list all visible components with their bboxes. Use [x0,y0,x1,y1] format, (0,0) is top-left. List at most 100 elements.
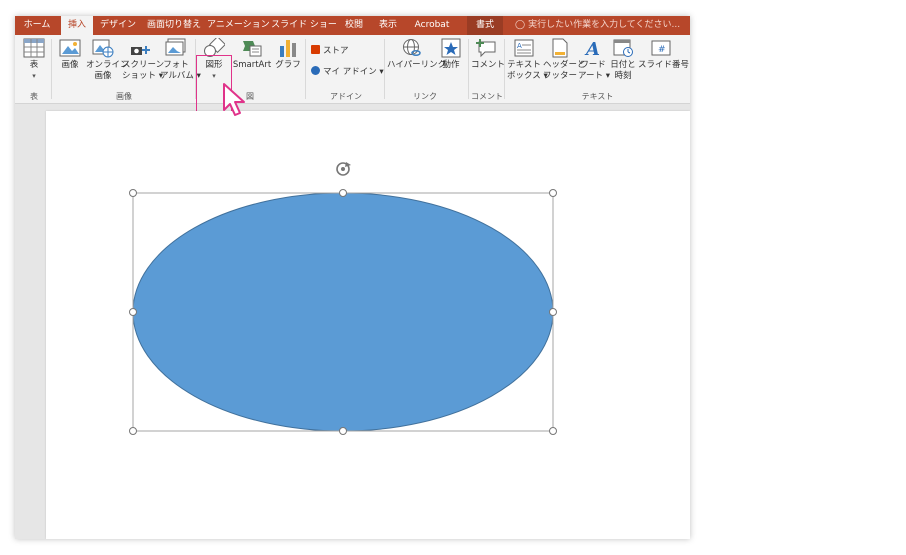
tab-slideshow[interactable]: スライド ショー [271,16,337,35]
powerpoint-window: ホーム 挿入 デザイン 画面切り替え アニメーション スライド ショー 校閲 表… [15,16,690,539]
group-separator [384,39,385,99]
date-time-button[interactable]: 日付と 時刻 [609,38,637,82]
store-label: ストア [323,46,349,56]
wordart-label-1: ワード [580,60,606,70]
resize-handle-bottom-right[interactable] [549,427,557,435]
group-label-comments: コメント [471,92,503,101]
ellipse-shape[interactable] [132,192,554,432]
tab-animations[interactable]: アニメーション [207,16,270,35]
slide-drawing [129,162,557,435]
calendar-clock-icon [613,39,633,57]
online-pictures-button[interactable]: オンライン 画像 [86,38,129,82]
rotate-handle[interactable] [336,162,351,176]
action-label: 動作 [442,60,460,70]
tab-design[interactable]: デザイン [95,16,141,35]
slide-number-label: スライド番号 [638,60,690,70]
my-addins-button[interactable]: マイ アドイン ▾ [311,66,384,78]
screenshot-label-1: スクリーン [122,60,165,70]
table-caret: ▾ [32,72,36,80]
pictures-label: 画像 [61,60,79,70]
online-pictures-label-2: 画像 [94,71,112,81]
my-addins-label: マイ アドイン ▾ [323,67,384,77]
date-time-label-2: 時刻 [614,71,632,81]
svg-text:#: # [658,45,666,55]
date-time-label-1: 日付と [610,60,636,70]
textbox-label-1: テキスト [507,60,541,70]
tab-insert[interactable]: 挿入 [61,16,93,35]
group-separator [504,39,505,99]
group-separator [468,39,469,99]
slide-canvas[interactable] [46,111,690,539]
store-icon [311,45,320,54]
resize-handle-top[interactable] [339,189,347,197]
mouse-pointer-icon [223,83,245,116]
tab-transitions[interactable]: 画面切り替え [143,16,205,35]
tell-me-text: 実行したい作業を入力してください... [528,20,681,30]
chart-button[interactable]: グラフ [275,38,301,71]
tab-acrobat[interactable]: Acrobat [407,16,457,35]
bar-chart-icon [280,40,296,57]
action-star-icon [441,38,461,58]
header-footer-icon [552,38,568,58]
comment-icon [476,39,496,58]
screenshot-label-2: ショット ▾ [122,71,163,81]
photo-album-label-1: フォト [163,60,189,70]
wordart-button[interactable]: A ワード アート ▾ [578,38,610,82]
screenshot-button[interactable]: スクリーン ショット ▾ [122,38,164,82]
online-picture-icon [92,39,114,58]
tab-format[interactable]: 書式 [467,16,503,35]
resize-handle-bottom[interactable] [339,427,347,435]
slide-number-button[interactable]: # スライド番号 [638,38,690,71]
resize-handle-left[interactable] [129,308,137,316]
svg-text:A: A [584,39,600,58]
tab-view[interactable]: 表示 [373,16,403,35]
comment-button[interactable]: コメント [471,38,505,71]
store-button[interactable]: ストア [311,45,349,57]
photo-album-button[interactable]: フォト アルバム ▾ [160,38,201,82]
group-label-addins: アドイン [330,92,362,101]
tab-home[interactable]: ホーム [15,16,59,35]
camera-icon [131,46,150,55]
svg-text:A: A [517,42,522,50]
tell-me-search[interactable]: ◯ 実行したい作業を入力してください... [515,16,680,35]
picture-icon [59,39,81,57]
group-separator [305,39,306,99]
resize-handle-right[interactable] [549,308,557,316]
group-label-illustrations: 図 [246,92,254,101]
chart-label: グラフ [275,60,301,70]
group-label-images: 画像 [116,92,132,101]
textbox-icon: A [514,39,534,57]
group-label-links: リンク [413,92,437,101]
action-button[interactable]: 動作 [439,38,463,71]
hyperlink-label: ハイパーリンク [387,60,447,70]
header-footer-button[interactable]: ヘッダーと フッター [543,38,586,82]
hyperlink-button[interactable]: ハイパーリンク [387,38,446,71]
my-addins-icon [311,66,320,75]
smartart-label: SmartArt [232,60,272,70]
slide-number-icon: # [651,40,671,56]
table-label: 表 [29,60,39,70]
resize-handle-top-left[interactable] [129,189,137,197]
insert-ribbon: 表 ▾ 表 画像 オンライン 画像 スクリーン ショット ▾ フォト アルバム … [15,35,690,113]
wordart-label-2: アート ▾ [578,71,610,81]
smartart-icon [243,41,262,57]
group-separator [51,39,52,99]
textbox-button[interactable]: A テキスト ボックス ▾ [507,38,548,82]
textbox-label-2: ボックス ▾ [507,71,548,81]
group-label-table: 表 [30,92,38,101]
globe-link-icon [403,39,421,57]
pictures-button[interactable]: 画像 [56,38,84,71]
table-button[interactable]: 表 ▾ [21,38,47,82]
header-footer-label-2: フッター [543,71,578,81]
lightbulb-icon: ◯ [515,20,526,30]
comment-label: コメント [471,60,506,70]
group-label-text: テキスト [581,92,614,101]
smartart-button[interactable]: SmartArt [231,38,273,71]
wordart-icon: A [584,39,600,58]
tab-review[interactable]: 校閲 [339,16,369,35]
table-icon [23,38,45,58]
resize-handle-bottom-left[interactable] [129,427,137,435]
photo-album-icon [165,38,186,56]
resize-handle-top-right[interactable] [549,189,557,197]
ribbon-tab-bar: ホーム 挿入 デザイン 画面切り替え アニメーション スライド ショー 校閲 表… [15,16,690,35]
